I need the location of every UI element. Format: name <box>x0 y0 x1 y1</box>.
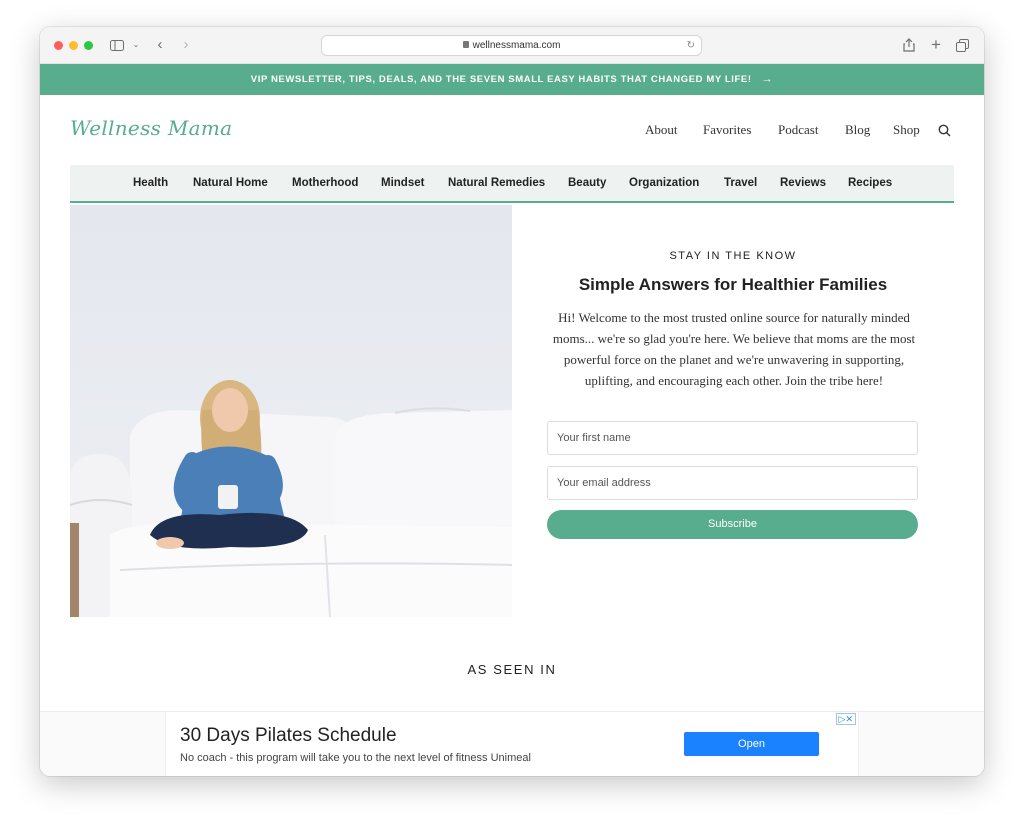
category-reviews[interactable]: Reviews <box>780 177 826 189</box>
optin-headline: Simple Answers for Healthier Families <box>578 275 888 294</box>
chevron-down-icon[interactable]: ⌄ <box>131 36 141 54</box>
tab-overview-icon[interactable] <box>955 36 969 54</box>
category-recipes[interactable]: Recipes <box>848 177 892 189</box>
hero-photo <box>70 205 512 617</box>
url-text: wellnessmama.com <box>472 40 561 51</box>
optin-intro: Hi! Welcome to the most trusted online s… <box>552 310 916 388</box>
category-motherhood[interactable]: Motherhood <box>292 177 358 189</box>
ad-bar: 30 Days Pilates Schedule No coach - this… <box>40 711 984 776</box>
category-natural-remedies[interactable]: Natural Remedies <box>448 177 545 189</box>
site-logo[interactable]: Wellness Mama <box>70 116 232 140</box>
category-beauty[interactable]: Beauty <box>568 177 606 189</box>
category-health[interactable]: Health <box>133 177 168 189</box>
as-seen-in-heading: AS SEEN IN <box>467 662 557 677</box>
ad-open-button[interactable]: Open <box>684 732 819 756</box>
forward-icon[interactable]: › <box>180 36 192 54</box>
email-field[interactable]: Your email address <box>547 466 918 500</box>
nav-about[interactable]: About <box>645 122 678 138</box>
nav-favorites[interactable]: Favorites <box>703 122 751 138</box>
first-name-field[interactable]: Your first name <box>547 421 918 455</box>
adchoices-icon[interactable]: ▷✕ <box>835 713 856 725</box>
optin-eyebrow: STAY IN THE KNOW <box>669 250 797 262</box>
ad-title[interactable]: 30 Days Pilates Schedule <box>180 725 397 747</box>
category-travel[interactable]: Travel <box>724 177 757 189</box>
category-natural-home[interactable]: Natural Home <box>193 177 268 189</box>
search-icon[interactable] <box>938 124 951 137</box>
ad-banner[interactable]: 30 Days Pilates Schedule No coach - this… <box>165 712 859 776</box>
nav-shop[interactable]: Shop <box>893 122 920 138</box>
close-window-button[interactable] <box>54 41 63 50</box>
address-bar[interactable]: wellnessmama.com ↻ <box>321 35 702 56</box>
browser-toolbar: ⌄ ‹ › wellnessmama.com ↻ + <box>40 27 984 64</box>
nav-blog[interactable]: Blog <box>845 122 870 138</box>
announcement-bar[interactable]: VIP NEWSLETTER, TIPS, DEALS, AND THE SEV… <box>40 64 984 95</box>
share-icon[interactable] <box>902 36 916 54</box>
subscribe-button[interactable]: Subscribe <box>547 510 918 539</box>
sidebar-toggle-icon[interactable] <box>110 36 124 54</box>
arrow-right-icon: → <box>761 73 774 85</box>
reload-icon[interactable]: ↻ <box>687 36 695 55</box>
announcement-text: VIP NEWSLETTER, TIPS, DEALS, AND THE SEV… <box>250 74 752 85</box>
nav-podcast[interactable]: Podcast <box>778 122 818 138</box>
category-organization[interactable]: Organization <box>629 177 699 189</box>
maximize-window-button[interactable] <box>84 41 93 50</box>
category-nav: Health Natural Home Motherhood Mindset N… <box>70 165 954 203</box>
back-icon[interactable]: ‹ <box>154 36 166 54</box>
new-tab-icon[interactable]: + <box>929 36 943 54</box>
minimize-window-button[interactable] <box>69 41 78 50</box>
category-mindset[interactable]: Mindset <box>381 177 424 189</box>
ad-description: No coach - this program will take you to… <box>180 752 531 764</box>
lock-icon <box>462 41 469 48</box>
browser-window: ⌄ ‹ › wellnessmama.com ↻ + VIP NEWSLETTE… <box>40 27 984 776</box>
